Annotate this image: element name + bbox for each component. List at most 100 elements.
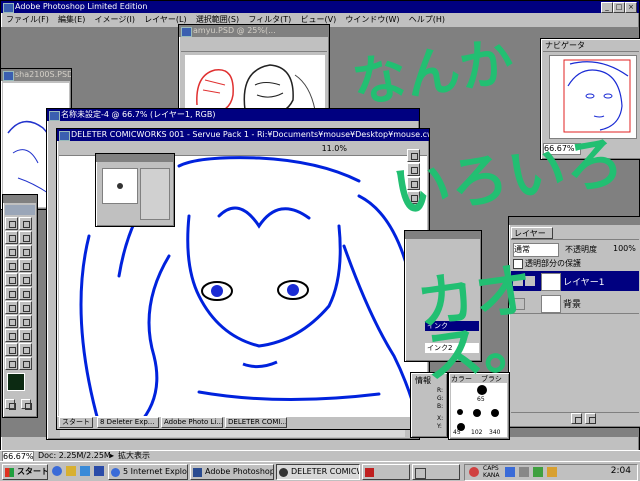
inner-task-3[interactable]: DELETER COMI... [225, 417, 287, 428]
caps-indicator: CAPS [483, 465, 499, 472]
history-brush-tool[interactable] [19, 273, 32, 286]
blur-tool[interactable] [5, 301, 18, 314]
trash-icon[interactable] [585, 413, 596, 424]
amyu-titlebar: amyu.PSD @ 25%(... [179, 25, 329, 37]
dodge-tool[interactable] [19, 301, 32, 314]
crop-tool[interactable] [5, 245, 18, 258]
brush-tool[interactable] [19, 259, 32, 272]
windows-logo-icon [5, 468, 14, 477]
zoom-tool[interactable] [19, 357, 32, 370]
brush-settings[interactable] [140, 168, 170, 220]
photoshop-titlebar: Adobe Photoshop Limited Edition _ □ × [1, 1, 639, 13]
menu-edit[interactable]: 編集(E) [55, 14, 88, 26]
info-g: G: [437, 395, 444, 402]
status-hint: 拡大表示 [118, 451, 150, 460]
eyedropper-tool[interactable] [19, 343, 32, 356]
brush-grid[interactable]: 65 45 102 340 [451, 383, 507, 437]
document-icon [3, 71, 14, 81]
sha-title: sha2100S.PSD @ ... [15, 70, 71, 79]
navigator-header: ナビゲータ [543, 41, 639, 52]
close-button[interactable]: × [625, 2, 637, 13]
notes-tool[interactable] [5, 343, 18, 356]
amyu-ruler [181, 39, 327, 52]
taskbar: スタート 5 Internet Explo... Adobe Photoshop… [0, 461, 640, 481]
layers-titlebar [509, 217, 640, 225]
brush-size-45: 45 [453, 429, 461, 436]
tray-app-icon[interactable] [533, 467, 543, 477]
menu-help[interactable]: ヘルプ(H) [406, 14, 448, 26]
folder-quicklaunch-icon[interactable] [66, 466, 76, 476]
gradient-tool[interactable] [19, 287, 32, 300]
minimize-button[interactable]: _ [601, 2, 613, 13]
healing-tool[interactable] [5, 259, 18, 272]
ie-quicklaunch-icon[interactable] [52, 466, 62, 476]
standard-mode-button[interactable] [5, 399, 16, 410]
app-icon [415, 468, 426, 479]
network-icon[interactable] [505, 467, 515, 477]
deleter-window[interactable]: DELETER COMICWORKS 001 - Servue Pack 1 -… [56, 128, 430, 430]
new-layer-icon[interactable] [571, 413, 582, 424]
maximize-button[interactable]: □ [613, 2, 625, 13]
start-label: スタート [17, 467, 48, 476]
brush-size-65: 65 [477, 396, 485, 403]
brush-medium2-icon[interactable] [491, 409, 499, 417]
ime-icon[interactable] [469, 467, 479, 477]
lasso-tool[interactable] [5, 231, 18, 244]
menu-file[interactable]: ファイル(F) [3, 14, 52, 26]
start-button[interactable]: スタート [2, 464, 48, 480]
navigator-tab[interactable]: ナビゲータ [545, 41, 585, 51]
ink-panel-titlebar [405, 231, 481, 239]
tray-app2-icon[interactable] [547, 467, 557, 477]
shape-tool[interactable] [19, 329, 32, 342]
task-internet-explorer[interactable]: 5 Internet Explo... [108, 464, 188, 480]
navigator-preview[interactable] [549, 55, 637, 139]
task-deleter[interactable]: DELETER COMICW... [276, 464, 360, 480]
brush-medium-icon[interactable] [473, 409, 481, 417]
stamp-tool[interactable] [5, 273, 18, 286]
toolbox-titlebar [3, 195, 37, 203]
pen-tool[interactable] [5, 329, 18, 342]
brush-preview [102, 168, 138, 204]
deleter-brush-palette[interactable] [95, 153, 175, 227]
task-extra-1[interactable] [362, 464, 410, 480]
marquee-tool[interactable] [5, 217, 18, 230]
info-y: Y: [437, 423, 442, 430]
document-icon [49, 111, 60, 121]
brush-palette-titlebar [96, 154, 174, 162]
brush-large-icon[interactable] [477, 385, 487, 395]
info-b: B: [437, 403, 444, 410]
main-title: 名称未設定-4 @ 66.7% (レイヤー1, RGB) [61, 110, 216, 119]
toolbox-logo [5, 205, 35, 215]
inner-start-button[interactable]: スタート [59, 417, 93, 428]
layers-tab[interactable]: レイヤー [511, 227, 553, 239]
task-extra-2[interactable] [412, 464, 460, 480]
task-label: Adobe Photoshop Li... [205, 467, 274, 476]
slice-tool[interactable] [19, 245, 32, 258]
inner-task-1[interactable]: 8 Deleter Exp... [97, 417, 159, 428]
path-select-tool[interactable] [5, 315, 18, 328]
task-photoshop[interactable]: Adobe Photoshop Li... [190, 464, 274, 480]
info-x: X: [437, 415, 444, 422]
desktop-quicklaunch-icon[interactable] [94, 466, 104, 476]
outlook-quicklaunch-icon[interactable] [80, 466, 90, 476]
task-label: 5 Internet Explo... [123, 467, 188, 476]
eraser-tool[interactable] [5, 287, 18, 300]
layers-footer [511, 412, 639, 425]
photoshop-icon [193, 468, 202, 477]
hand-tool[interactable] [5, 357, 18, 370]
inner-taskbar: スタート 8 Deleter Exp... Adobe Photo Li... … [57, 416, 429, 429]
inner-task-2[interactable]: Adobe Photo Li... [161, 417, 223, 428]
move-tool[interactable] [19, 217, 32, 230]
menu-image[interactable]: イメージ(I) [92, 14, 138, 26]
quickmask-mode-button[interactable] [21, 399, 32, 410]
clock[interactable]: 2:04 [611, 466, 631, 476]
deleter-app-icon [59, 131, 70, 141]
deleter-icon [279, 468, 288, 477]
foreground-color-swatch[interactable] [7, 373, 25, 391]
menu-window[interactable]: ウインドウ(W) [342, 14, 402, 26]
kana-indicator: KANA [483, 472, 500, 479]
brush-small-icon[interactable] [457, 409, 463, 415]
magic-wand-tool[interactable] [19, 231, 32, 244]
volume-icon[interactable] [519, 467, 529, 477]
type-tool[interactable] [19, 315, 32, 328]
